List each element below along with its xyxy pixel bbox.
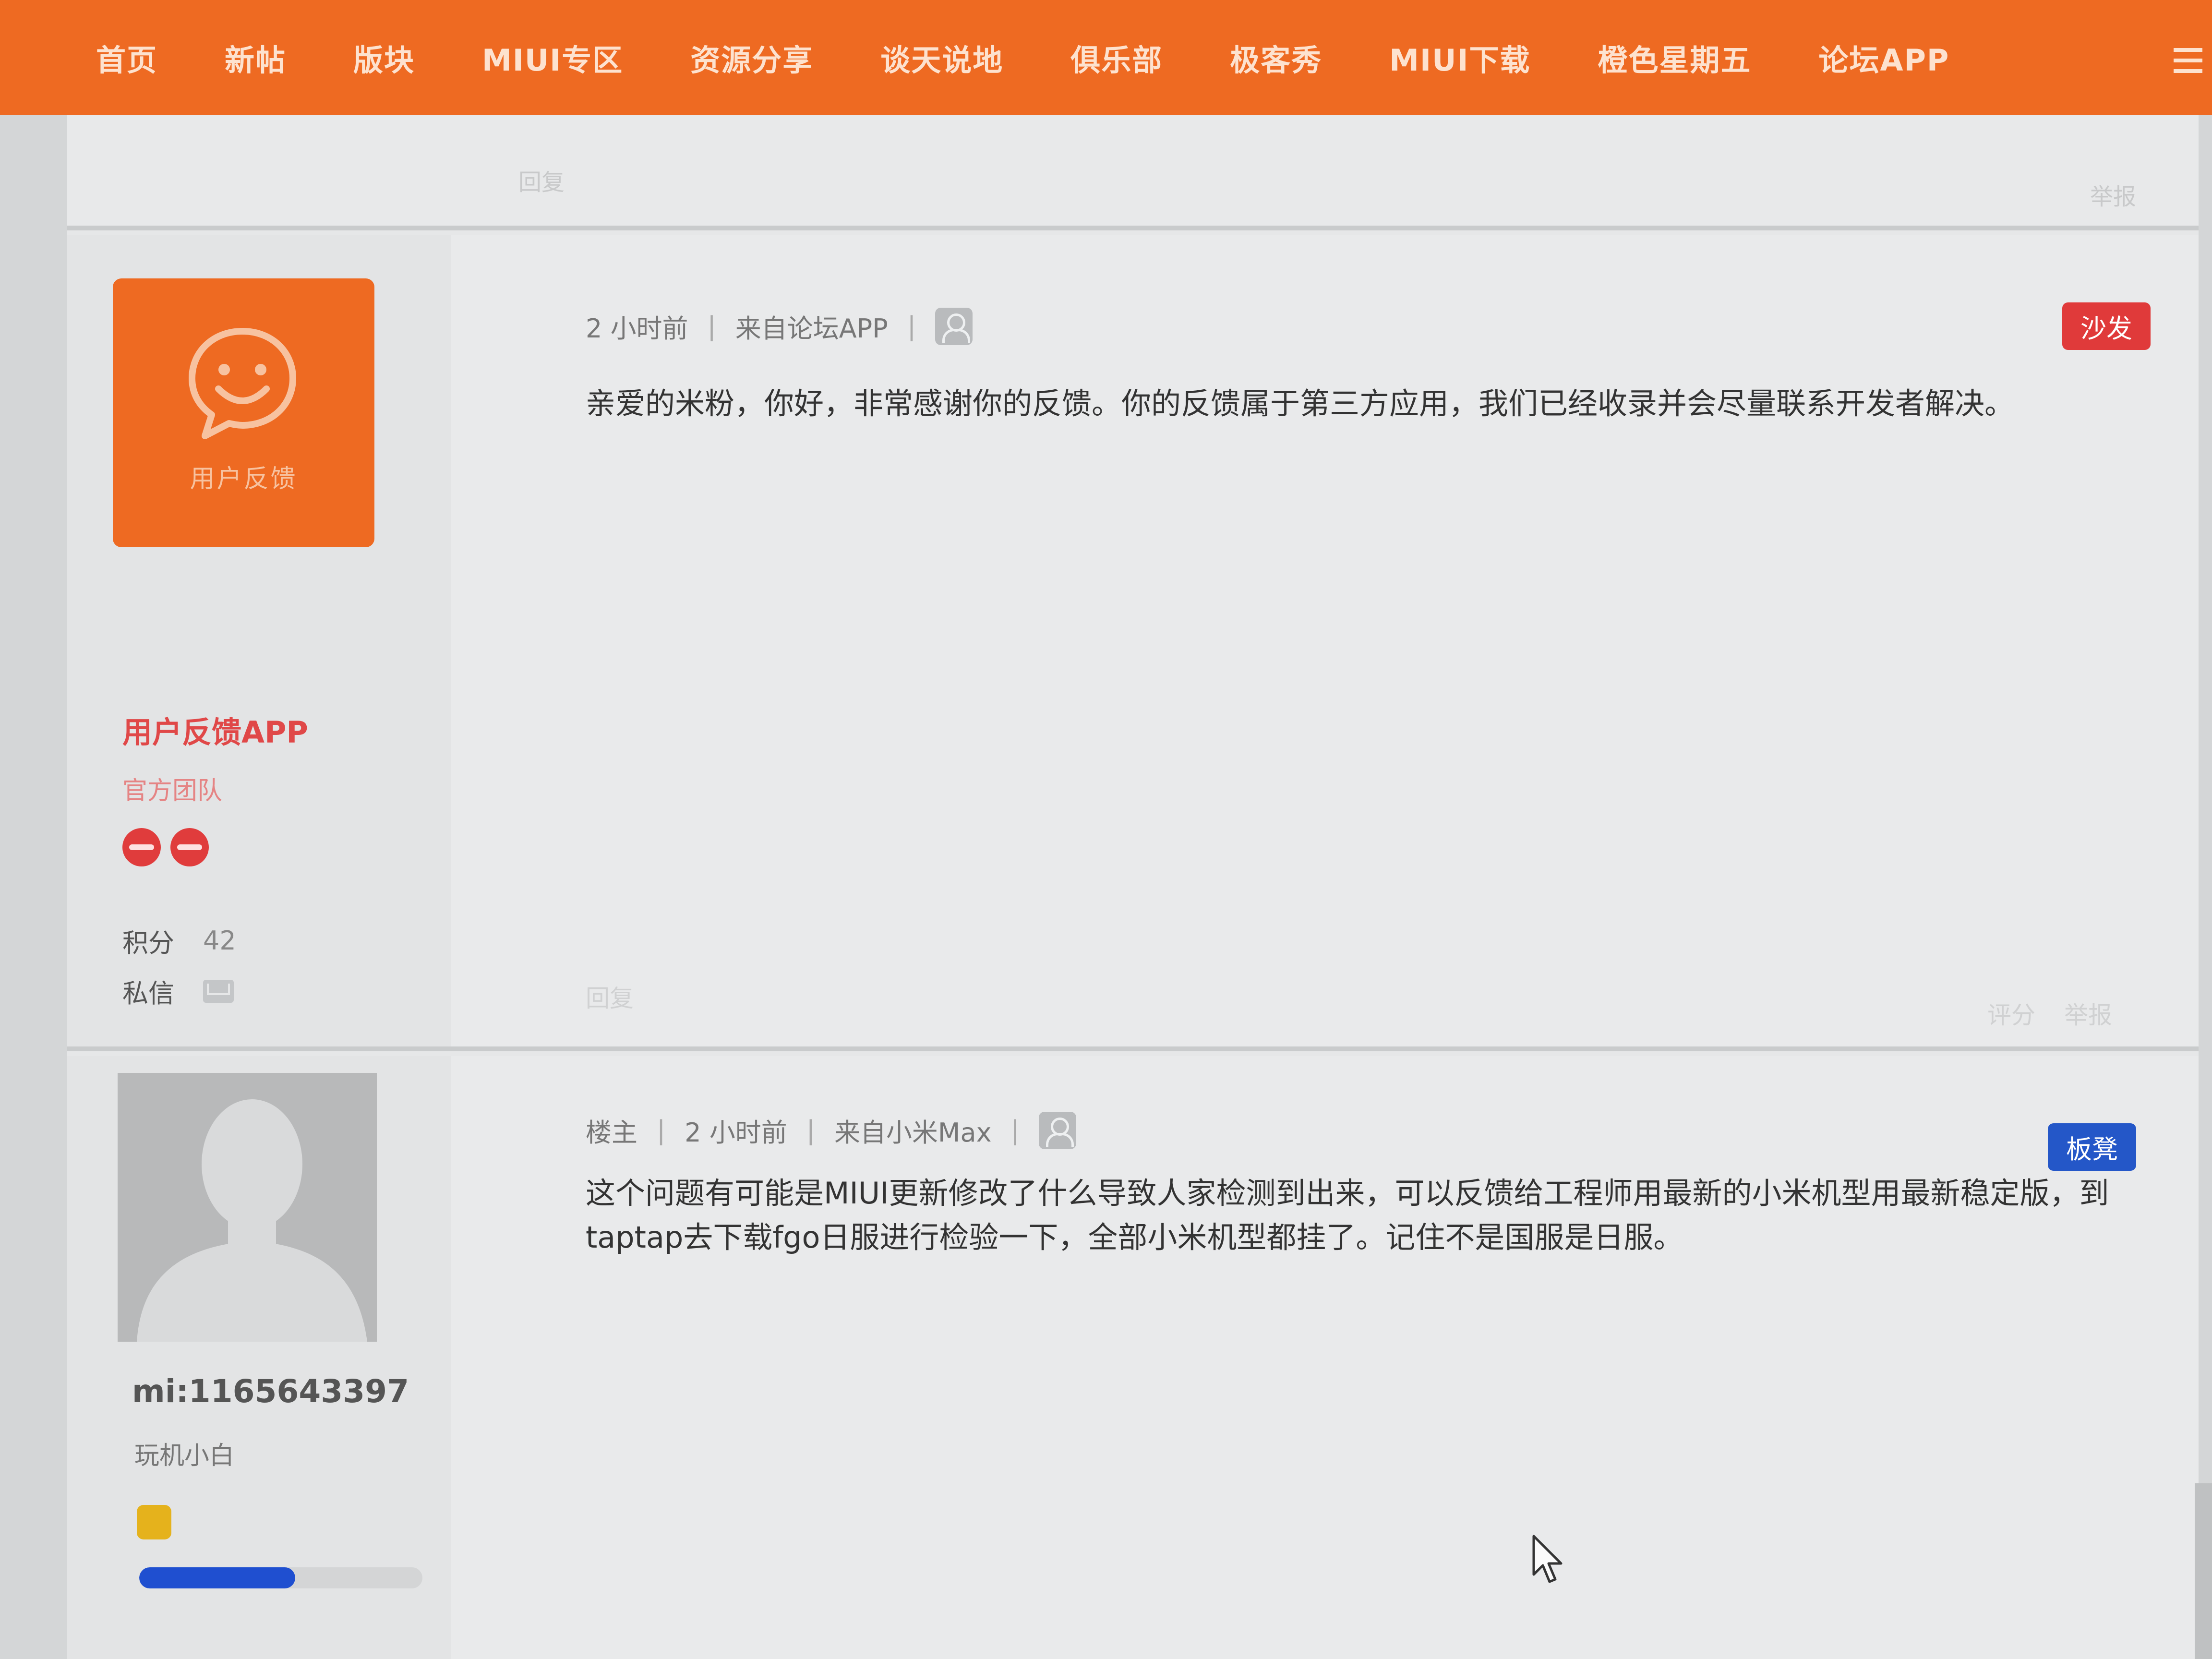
- post-meta: 楼主 | 2 小时前 | 来自小米Max |: [586, 1111, 1076, 1149]
- level-progress-bar: [139, 1567, 422, 1588]
- message-label[interactable]: 私信: [122, 972, 174, 1010]
- report-link[interactable]: 举报: [2090, 178, 2136, 211]
- nav-chat[interactable]: 谈天说地: [880, 36, 1003, 79]
- points-value: 42: [203, 926, 236, 956]
- post-sofa: 用户反馈 用户反馈APP 官方团队 积分 42 私信 2 小时前 | 来自论坛A…: [67, 235, 2199, 1051]
- message-row[interactable]: 私信: [122, 972, 234, 1010]
- post-time: 2 小时前: [685, 1118, 787, 1148]
- report-link[interactable]: 举报: [2064, 996, 2112, 1031]
- nav-miui-zone[interactable]: MIUI专区: [482, 36, 623, 79]
- post-main: 2 小时前 | 来自论坛APP | 沙发 亲爱的米粉，你好，非常感谢你的反馈。你…: [451, 235, 2199, 1046]
- post-source: 来自论坛APP: [735, 313, 888, 344]
- thread-content: 回复 举报 用户反馈 用户反馈APP 官方团队 积分 42 私信 2 小时前 |…: [67, 115, 2199, 1659]
- level-icon: [137, 1505, 171, 1539]
- default-avatar-icon: [137, 1099, 367, 1342]
- floor-tag: 沙发: [2062, 302, 2151, 350]
- user-icon[interactable]: [935, 307, 973, 345]
- avatar[interactable]: 用户反馈: [113, 278, 374, 547]
- previous-post-footer: 回复 举报: [67, 115, 2199, 230]
- user-icon[interactable]: [1038, 1111, 1076, 1149]
- author-name[interactable]: mi:1165643397: [132, 1373, 409, 1410]
- points-row: 积分 42: [122, 922, 236, 960]
- author-panel: 用户反馈 用户反馈APP 官方团队 积分 42 私信: [67, 235, 451, 1046]
- floor-tag: 板凳: [2048, 1123, 2136, 1171]
- mail-icon[interactable]: [203, 979, 234, 1003]
- nav-forum-app[interactable]: 论坛APP: [1819, 36, 1950, 79]
- medal-icon: [122, 828, 161, 866]
- avatar-label: 用户反馈: [190, 465, 298, 493]
- author-name[interactable]: 用户反馈APP: [122, 708, 308, 751]
- cursor-icon: [1532, 1535, 1563, 1583]
- top-navigation: 首页 新帖 版块 MIUI专区 资源分享 谈天说地 俱乐部 极客秀 MIUI下载…: [0, 0, 2212, 115]
- nav-resource-share[interactable]: 资源分享: [690, 36, 813, 79]
- nav-boards[interactable]: 版块: [353, 36, 415, 79]
- nav-miui-download[interactable]: MIUI下载: [1389, 36, 1530, 79]
- post-text: 这个问题有可能是MIUI更新修改了什么导致人家检测到出来，可以反馈给工程师用最新…: [586, 1176, 2109, 1255]
- post-time: 2 小时前: [586, 313, 688, 344]
- nav-orange-friday[interactable]: 橙色星期五: [1598, 36, 1751, 79]
- author-group: 官方团队: [122, 777, 223, 805]
- post-text: 亲爱的米粉，你好，非常感谢你的反馈。你的反馈属于第三方应用，我们已经收录并会尽量…: [586, 386, 2015, 421]
- author-group: 玩机小白: [134, 1442, 235, 1470]
- nav-home[interactable]: 首页: [96, 36, 157, 79]
- page-body: 回复 举报 用户反馈 用户反馈APP 官方团队 积分 42 私信 2 小时前 |…: [0, 115, 2212, 1659]
- nav-new-posts[interactable]: 新帖: [225, 36, 286, 79]
- medal-icon: [170, 828, 209, 866]
- avatar[interactable]: [118, 1073, 377, 1342]
- rate-link[interactable]: 评分: [1987, 996, 2035, 1031]
- medal-badges: [122, 828, 218, 866]
- smiley-chat-icon: [189, 328, 296, 439]
- nav-club[interactable]: 俱乐部: [1070, 36, 1163, 79]
- post-source: 来自小米Max: [834, 1118, 992, 1148]
- post-meta: 2 小时前 | 来自论坛APP |: [586, 307, 973, 345]
- menu-icon[interactable]: [2174, 48, 2202, 77]
- scrollbar[interactable]: [2195, 1483, 2212, 1659]
- owner-tag: 楼主: [586, 1118, 637, 1148]
- level-progress-fill: [139, 1567, 295, 1588]
- points-label: 积分: [122, 928, 174, 958]
- nav-geek-show[interactable]: 极客秀: [1230, 36, 1322, 79]
- post-main: 楼主 | 2 小时前 | 来自小米Max | 板凳 这个问题有可能是MIUI更新…: [451, 1056, 2199, 1659]
- reply-link[interactable]: 回复: [518, 163, 565, 197]
- reply-link[interactable]: 回复: [586, 979, 634, 1014]
